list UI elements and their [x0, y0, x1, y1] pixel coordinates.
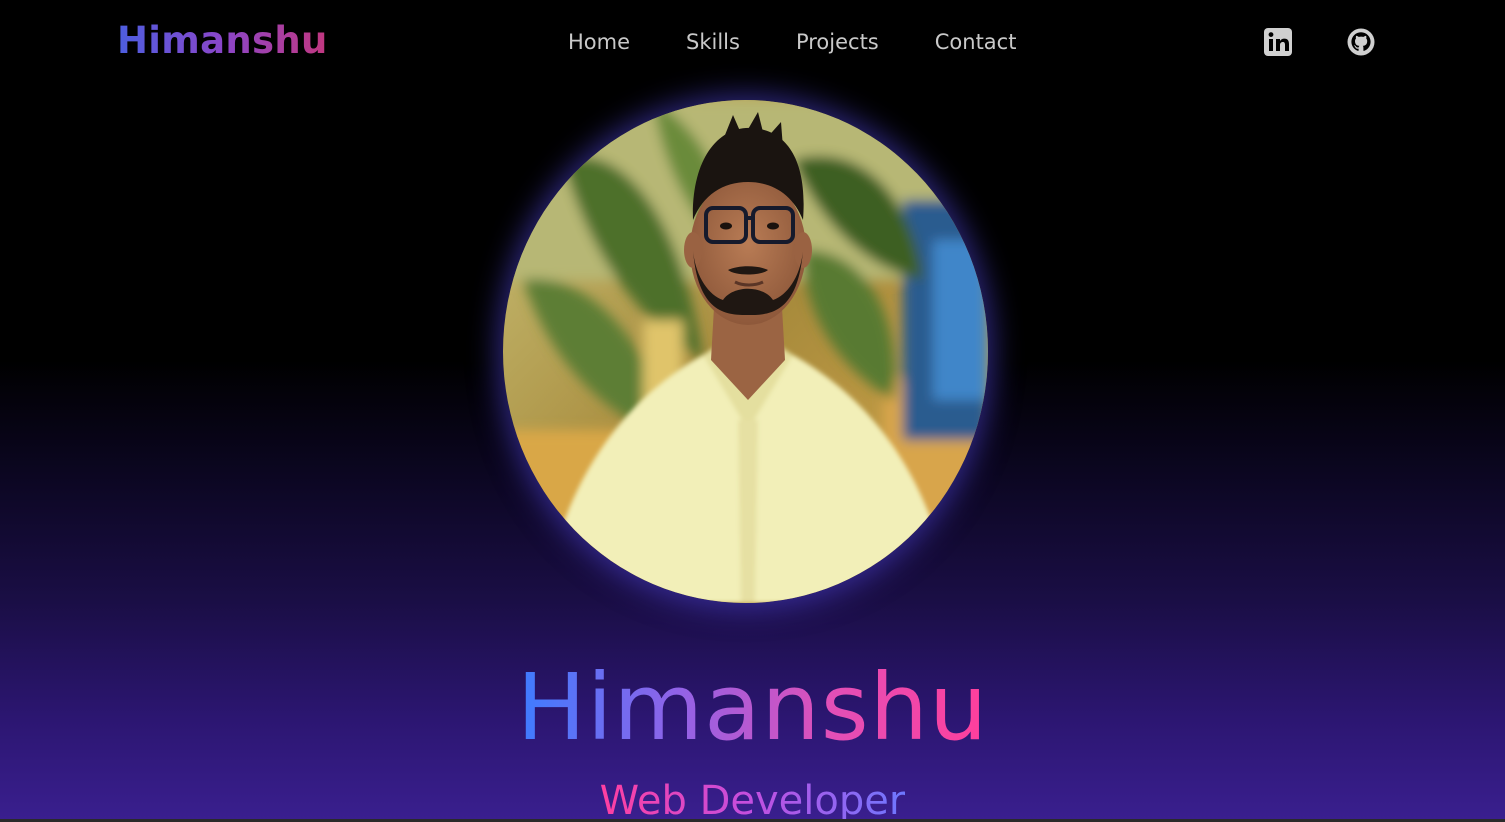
linkedin-icon[interactable] [1263, 27, 1293, 57]
nav-skills[interactable]: Skills [686, 27, 740, 57]
profile-avatar [503, 100, 988, 603]
hero-role: Web Developer [0, 776, 1505, 822]
github-icon[interactable] [1346, 27, 1376, 57]
site-logo[interactable]: Himanshu [117, 18, 328, 64]
hero-role-text: Web Developer [599, 778, 906, 822]
main-nav: Home Skills Projects Contact [568, 27, 1016, 57]
nav-home[interactable]: Home [568, 27, 630, 57]
hero-name-text: Himanshu [516, 654, 989, 761]
hero-name: Himanshu [0, 648, 1505, 768]
profile-photo [503, 100, 988, 603]
nav-projects[interactable]: Projects [796, 27, 879, 57]
nav-contact[interactable]: Contact [935, 27, 1017, 57]
